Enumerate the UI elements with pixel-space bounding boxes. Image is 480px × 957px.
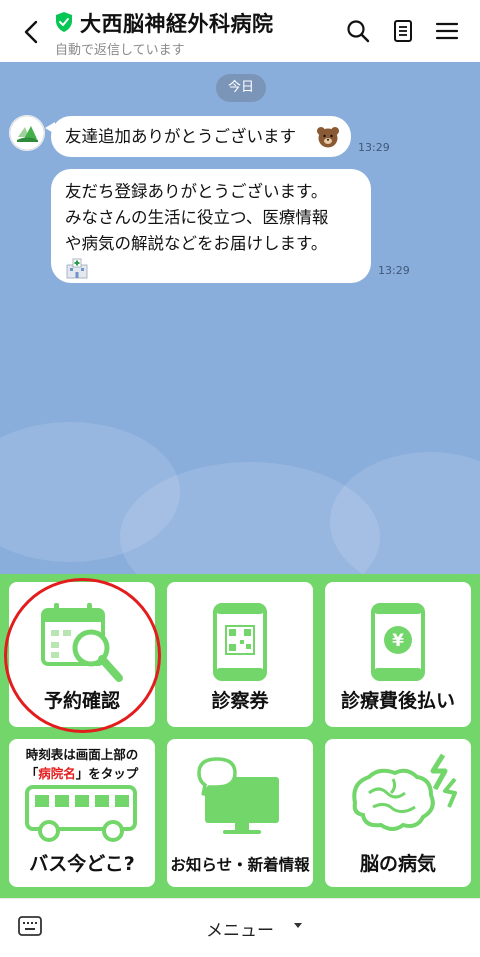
- hospital-name-highlight: 病院名: [38, 766, 76, 781]
- menu-toggle[interactable]: メニュー: [0, 916, 480, 941]
- message-line: みなさんの生活に役立つ、医療情報: [65, 208, 329, 227]
- message-bubble[interactable]: 友だち登録ありがとうございます。 みなさんの生活に役立つ、医療情報 や病気の解説…: [51, 169, 371, 283]
- cloud-decoration: [330, 452, 480, 574]
- tile-label: お知らせ・新着情報: [170, 856, 310, 874]
- bus-location-tile[interactable]: 時刻表は画面上部の 「病院名」をタップ バス今どこ?: [9, 739, 155, 887]
- bubble-tail: [45, 122, 55, 134]
- auto-reply-status: 自動で返信しています: [55, 43, 185, 58]
- note-text: 」をタップ: [75, 766, 139, 781]
- rich-menu: 予約確認 診察券 ¥ 診療費後払い 時刻表は画面上部の 「病院名」をタップ バス…: [0, 574, 480, 898]
- monitor-chat-icon: [197, 757, 279, 834]
- verified-shield-icon: [56, 12, 72, 32]
- note-bracket: 「: [25, 766, 39, 781]
- brain-icon: [352, 753, 457, 831]
- caret-down-icon[interactable]: [294, 923, 302, 928]
- tile-label: 脳の病気: [359, 853, 436, 875]
- deferred-payment-tile[interactable]: ¥ 診療費後払い: [325, 582, 471, 727]
- timetable-note-line: 時刻表は画面上部の: [25, 747, 139, 762]
- calendar-search-icon: [41, 603, 123, 682]
- message-time: 13:29: [358, 141, 390, 154]
- news-tile[interactable]: お知らせ・新着情報: [167, 739, 313, 887]
- message-text: 友達追加ありがとうございます: [65, 127, 296, 146]
- tile-label: 予約確認: [43, 690, 120, 712]
- menu-label: メニュー: [206, 921, 274, 941]
- notes-icon[interactable]: [390, 18, 416, 44]
- patient-card-tile[interactable]: 診察券: [167, 582, 313, 727]
- chat-header: 大西脳神経外科病院 自動で返信しています: [0, 0, 480, 62]
- tile-label: 診療費後払い: [340, 690, 455, 712]
- timetable-note-line: 「病院名」をタップ: [9, 763, 155, 782]
- message-line: や病気の解説などをお届けします。: [65, 234, 328, 253]
- chat-title[interactable]: 大西脳神経外科病院: [80, 8, 274, 38]
- hamburger-menu-icon[interactable]: [434, 18, 460, 44]
- back-arrow-icon[interactable]: [18, 18, 46, 46]
- svg-text:¥: ¥: [392, 631, 404, 651]
- timetable-note: 時刻表は画面上部の 「病院名」をタップ: [9, 744, 155, 782]
- tile-label: 診察券: [211, 690, 269, 712]
- search-icon[interactable]: [345, 18, 371, 44]
- hospital-icon: [66, 258, 88, 279]
- date-separator: 今日: [216, 74, 266, 102]
- phone-yen-icon: ¥: [371, 603, 425, 681]
- menu-bar: メニュー: [0, 898, 480, 957]
- message-bubble[interactable]: 友達追加ありがとうございます: [45, 116, 351, 157]
- bus-icon: [25, 785, 137, 842]
- bear-face-icon: [317, 127, 339, 148]
- message-line: 友だち登録ありがとうございます。: [65, 182, 328, 201]
- tile-label: バス今どこ?: [29, 853, 135, 875]
- reservation-check-tile[interactable]: 予約確認: [9, 582, 155, 727]
- hospital-logo-icon: [9, 115, 45, 151]
- message-time: 13:29: [378, 264, 410, 277]
- hospital-avatar[interactable]: [9, 115, 45, 151]
- brain-disease-tile[interactable]: 脳の病気: [325, 739, 471, 887]
- phone-qr-icon: [213, 603, 267, 681]
- chat-area[interactable]: 今日 友達追加ありがとうございます 13:29 友だち登録ありがとうございます。…: [0, 62, 480, 574]
